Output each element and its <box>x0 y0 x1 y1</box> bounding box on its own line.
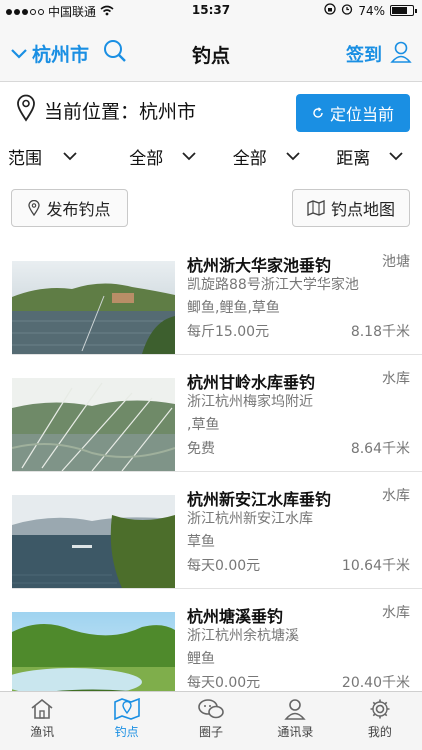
spot-address: 浙江杭州新安江水库 <box>187 511 313 527</box>
map-pin-icon <box>113 698 140 720</box>
tab-news[interactable]: 渔讯 <box>0 692 84 750</box>
filter-label: 范围 <box>8 148 42 169</box>
spot-photo <box>12 378 175 471</box>
spot-distance: 20.40千米 <box>341 675 410 691</box>
chevron-down-icon <box>11 48 27 59</box>
spot-type: 水库 <box>382 488 410 504</box>
tab-label: 渔讯 <box>30 725 55 739</box>
spot-fish: 鲤鱼 <box>187 651 215 667</box>
city-selector[interactable]: 杭州市 <box>10 40 89 67</box>
spot-name: 杭州甘岭水库垂钓 <box>187 373 316 392</box>
list-item[interactable]: 杭州塘溪垂钓 水库 浙江杭州余杭塘溪 鲤鱼 每天0.00元 20.40千米 <box>0 589 422 706</box>
spot-price: 免费 <box>187 441 215 457</box>
current-location: 当前位置：杭州市 <box>44 97 196 124</box>
list-item[interactable]: 杭州浙大华家池垂钓 池塘 凯旋路88号浙江大学华家池 鲫鱼,鲤鱼,草鱼 每斤15… <box>0 238 422 355</box>
filter-category[interactable]: 全部 <box>112 140 216 172</box>
map-icon <box>307 200 325 216</box>
rotation-lock-icon <box>324 3 336 18</box>
spot-distance: 8.64千米 <box>350 441 410 457</box>
search-icon[interactable] <box>102 38 128 68</box>
nav-bar: 杭州市 钓点 签到 <box>0 22 422 82</box>
locate-button-label: 定位当前 <box>329 105 394 124</box>
tab-label: 圈子 <box>199 725 224 739</box>
spot-fish: 草鱼 <box>187 534 215 550</box>
tab-spots[interactable]: 钓点 <box>84 692 168 750</box>
spot-type: 水库 <box>382 371 410 387</box>
filter-distance[interactable]: 距离 <box>319 140 422 172</box>
list-item[interactable]: 杭州甘岭水库垂钓 水库 浙江杭州梅家坞附近 ,草鱼 免费 8.64千米 <box>0 355 422 472</box>
chevron-down-icon <box>286 152 300 161</box>
spot-price: 每天0.00元 <box>187 675 261 691</box>
spot-name: 杭州浙大华家池垂钓 <box>187 256 332 275</box>
spot-photo <box>12 495 175 588</box>
chevron-down-icon <box>182 152 196 161</box>
locate-button[interactable]: 定位当前 <box>296 94 410 132</box>
filter-range[interactable]: 范围 <box>0 140 112 172</box>
location-row: 当前位置：杭州市 定位当前 <box>0 82 422 140</box>
gear-icon <box>370 699 390 719</box>
city-label: 杭州市 <box>32 44 90 66</box>
filter-type[interactable]: 全部 <box>215 140 319 172</box>
spot-photo <box>12 261 175 354</box>
spot-type: 水库 <box>382 605 410 621</box>
alarm-icon <box>341 3 353 18</box>
chevron-down-icon <box>63 152 77 161</box>
spot-price: 每天0.00元 <box>187 558 261 574</box>
location-city: 杭州市 <box>139 101 197 123</box>
chat-icon <box>198 699 224 719</box>
spot-list: 杭州浙大华家池垂钓 池塘 凯旋路88号浙江大学华家池 鲫鱼,鲤鱼,草鱼 每斤15… <box>0 238 422 706</box>
tab-label: 钓点 <box>114 725 139 739</box>
checkin-button[interactable]: 签到 <box>346 41 382 67</box>
spot-name: 杭州新安江水库垂钓 <box>187 490 332 509</box>
filter-label: 距离 <box>336 148 371 169</box>
refresh-icon <box>313 107 323 118</box>
location-pin-icon <box>28 200 41 216</box>
list-item[interactable]: 杭州新安江水库垂钓 水库 浙江杭州新安江水库 草鱼 每天0.00元 10.64千… <box>0 472 422 589</box>
spot-fish: ,草鱼 <box>187 417 220 433</box>
publish-spot-button[interactable]: 发布钓点 <box>11 189 128 227</box>
spot-fish: 鲫鱼,鲤鱼,草鱼 <box>187 300 280 316</box>
spot-address: 浙江杭州余杭塘溪 <box>187 628 299 644</box>
spot-distance: 10.64千米 <box>341 558 410 574</box>
tab-mine[interactable]: 我的 <box>338 692 422 750</box>
tab-contacts[interactable]: 通讯录 <box>253 692 337 750</box>
status-right: 74% <box>324 3 417 18</box>
spot-address: 凯旋路88号浙江大学华家池 <box>187 277 359 293</box>
location-pin-icon <box>16 94 36 126</box>
spot-distance: 8.18千米 <box>350 324 410 340</box>
filter-label: 全部 <box>129 148 164 169</box>
tab-label: 通讯录 <box>277 725 314 739</box>
tab-bar: 渔讯 钓点 圈子 通讯录 我的 <box>0 691 422 750</box>
battery-icon <box>390 5 417 16</box>
spot-map-button[interactable]: 钓点地图 <box>292 189 410 227</box>
spot-map-label: 钓点地图 <box>330 200 395 219</box>
publish-spot-label: 发布钓点 <box>46 200 111 219</box>
tab-circle[interactable]: 圈子 <box>169 692 253 750</box>
home-icon <box>31 698 53 719</box>
contact-icon <box>284 699 307 720</box>
spot-price: 每斤15.00元 <box>187 324 270 340</box>
spot-address: 浙江杭州梅家坞附近 <box>187 394 313 410</box>
spot-type: 池塘 <box>382 254 410 270</box>
location-label: 当前位置： <box>44 101 140 123</box>
battery-percent: 74% <box>358 3 385 18</box>
filter-label: 全部 <box>232 148 267 169</box>
tab-label: 我的 <box>367 725 392 739</box>
status-bar: 中国联通 15:37 74% <box>0 0 422 22</box>
filter-row: 范围 全部 全部 距离 <box>0 140 422 172</box>
chevron-down-icon <box>389 152 403 161</box>
spot-name: 杭州塘溪垂钓 <box>187 607 284 626</box>
user-icon[interactable] <box>390 40 412 68</box>
